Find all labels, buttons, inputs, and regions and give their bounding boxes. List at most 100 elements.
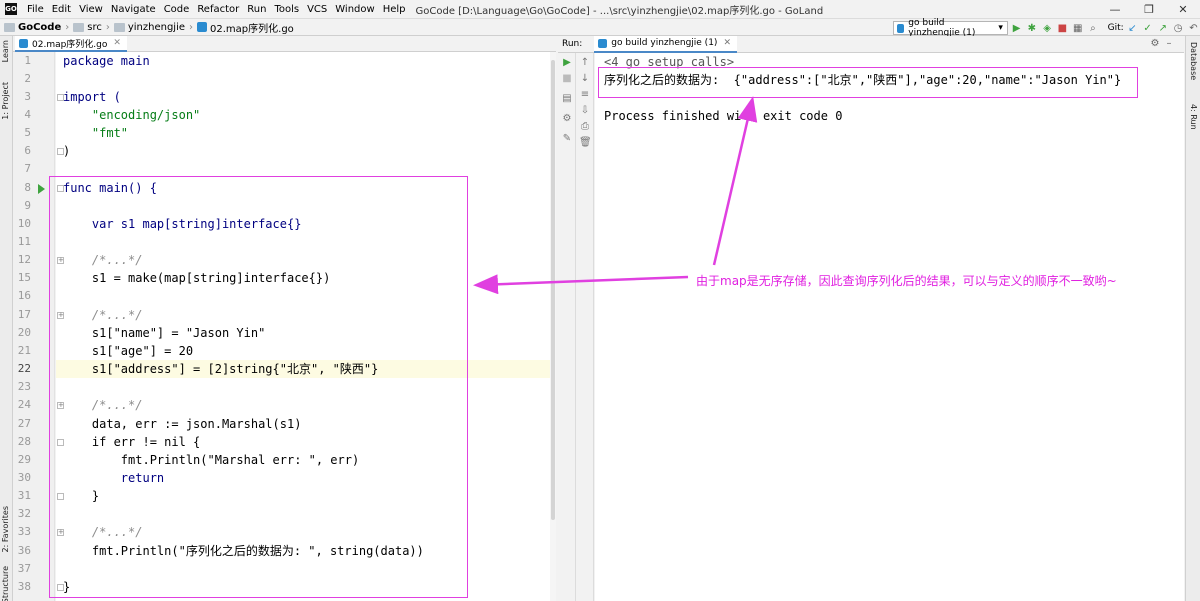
navigation-bar: GoCode › src › yinzhengjie › 02.map序列化.go g… — [0, 18, 1200, 38]
close-icon[interactable]: ✕ — [113, 38, 121, 48]
code-line: "encoding/json" — [63, 108, 201, 122]
menu-run[interactable]: Run — [243, 4, 270, 15]
chevron-right-icon: › — [65, 21, 70, 33]
line-number: 37 — [17, 562, 31, 575]
line-number: 21 — [17, 344, 31, 357]
line-number: 4 — [24, 108, 31, 121]
left-tool-strip: 1: Project Learn 2: Favorites Structure — [0, 36, 13, 601]
arrow-up-icon[interactable]: ↑ — [579, 57, 591, 69]
menu-view[interactable]: View — [75, 4, 107, 15]
annotation-box-output — [598, 67, 1138, 98]
breadcrumb-label: yinzhengjie — [127, 21, 186, 33]
minimize-button[interactable]: — — [1098, 0, 1132, 18]
line-number: 20 — [17, 326, 31, 339]
run-toolbar-primary: ▶ ■ ▤ ⚙ ✎ — [558, 53, 576, 601]
git-label: Git: — [1107, 23, 1124, 33]
line-number: 12 — [17, 253, 31, 266]
code-line: "fmt" — [63, 126, 129, 140]
run-panel-label: Run: — [562, 39, 583, 49]
annotation-box-code — [49, 176, 468, 598]
soft-wrap-icon[interactable]: ≡ — [579, 89, 591, 101]
line-number: 15 — [17, 271, 31, 284]
run-tab[interactable]: go build yinzhengjie (1) ✕ — [594, 35, 737, 53]
hide-panel-icon[interactable]: – — [1162, 38, 1176, 49]
breadcrumb-project[interactable]: GoCode › — [4, 22, 69, 33]
run-panel-actions: ⚙ – — [1148, 38, 1176, 49]
breadcrumb-package[interactable]: yinzhengjie › — [113, 21, 193, 33]
line-number: 9 — [24, 199, 31, 212]
history-icon[interactable]: ◷ — [1172, 21, 1185, 35]
menu-refactor[interactable]: Refactor — [193, 4, 243, 15]
breadcrumb-src[interactable]: src › — [73, 22, 110, 33]
run-gutter-icon[interactable] — [38, 184, 45, 194]
go-config-icon — [598, 38, 608, 48]
breadcrumb-file[interactable]: 02.map序列化.go — [197, 20, 294, 35]
layout-icon[interactable]: ▤ — [561, 93, 573, 105]
menu-tools[interactable]: Tools — [270, 4, 303, 15]
goland-logo-icon: GO — [5, 3, 17, 15]
menu-file[interactable]: File — [23, 4, 48, 15]
search-icon[interactable]: ⌕ — [1086, 21, 1099, 35]
close-icon[interactable]: ✕ — [723, 38, 731, 48]
tool-tab-project[interactable]: 1: Project — [1, 82, 10, 120]
line-number: 17 — [17, 308, 31, 321]
project-structure-icon[interactable]: ▦ — [1071, 21, 1084, 35]
window-controls: — ❐ ✕ — [1098, 0, 1200, 18]
scroll-to-end-icon[interactable]: ⇩ — [579, 105, 591, 117]
git-update-icon[interactable]: ↙ — [1126, 21, 1139, 35]
line-number-current: 22 — [17, 362, 31, 375]
line-number: 16 — [17, 289, 31, 302]
stop-icon[interactable]: ■ — [1056, 21, 1069, 35]
folder-icon — [73, 22, 85, 32]
line-number: 23 — [17, 380, 31, 393]
line-number: 6 — [24, 144, 31, 157]
stop-icon[interactable]: ■ — [561, 73, 573, 85]
tool-tab-learn[interactable]: Learn — [1, 40, 10, 62]
tool-tab-run[interactable]: 4: Run — [1189, 104, 1198, 130]
line-number: 3 — [24, 90, 31, 103]
annotation-note: 由于map是无序存储，因此查询序列化后的结果，可以与定义的顺序不一致哟~ — [696, 274, 1117, 288]
chevron-right-icon: › — [105, 21, 110, 33]
gear-icon[interactable]: ⚙ — [1148, 38, 1162, 49]
menu-edit[interactable]: Edit — [48, 4, 75, 15]
rollback-icon[interactable]: ↶ — [1187, 21, 1200, 35]
close-button[interactable]: ✕ — [1166, 0, 1200, 18]
menu-code[interactable]: Code — [160, 4, 194, 15]
menu-navigate[interactable]: Navigate — [107, 4, 160, 15]
editor-scroll-thumb[interactable] — [551, 60, 555, 520]
tool-tab-structure[interactable]: Structure — [1, 566, 10, 601]
trash-icon[interactable]: 🗑 — [579, 137, 592, 149]
run-toolbar-secondary: ↑ ↓ ≡ ⇩ ⎙ 🗑 — [576, 53, 594, 601]
line-number: 1 — [24, 54, 31, 67]
rerun-icon[interactable]: ▶ — [561, 57, 573, 69]
run-config-select[interactable]: go build yinzhengjie (1) ▾ — [893, 18, 1008, 38]
breadcrumb-label: src — [87, 21, 102, 33]
coverage-icon[interactable]: ◈ — [1040, 21, 1053, 35]
go-file-icon — [197, 22, 208, 32]
line-number: 38 — [17, 580, 31, 593]
settings-icon[interactable]: ⚙ — [561, 113, 573, 125]
editor-tab-file[interactable]: 02.map序列化.go ✕ — [15, 36, 127, 52]
line-number: 11 — [17, 235, 31, 248]
line-number: 36 — [17, 544, 31, 557]
line-number: 27 — [17, 417, 31, 430]
pin-icon[interactable]: ✎ — [561, 133, 573, 145]
run-icon[interactable]: ▶ — [1010, 21, 1023, 35]
maximize-button[interactable]: ❐ — [1132, 0, 1166, 18]
console-output[interactable] — [595, 53, 1184, 601]
git-commit-icon[interactable]: ✓ — [1141, 21, 1154, 35]
tool-tab-database[interactable]: Database — [1189, 42, 1198, 80]
menu-vcs[interactable]: VCS — [303, 4, 331, 15]
code-line: ) — [63, 144, 71, 158]
tool-tab-favorites[interactable]: 2: Favorites — [1, 506, 10, 552]
go-file-icon — [19, 38, 28, 48]
git-push-icon[interactable]: ↗ — [1156, 21, 1169, 35]
menu-help[interactable]: Help — [379, 4, 410, 15]
menu-window[interactable]: Window — [331, 4, 378, 15]
line-number: 32 — [17, 507, 31, 520]
editor-tab-label: 02.map序列化.go — [32, 39, 108, 50]
line-number: 33 — [17, 525, 31, 538]
arrow-down-icon[interactable]: ↓ — [579, 73, 591, 85]
debug-icon[interactable]: ✱ — [1025, 21, 1038, 35]
print-icon[interactable]: ⎙ — [579, 121, 591, 133]
